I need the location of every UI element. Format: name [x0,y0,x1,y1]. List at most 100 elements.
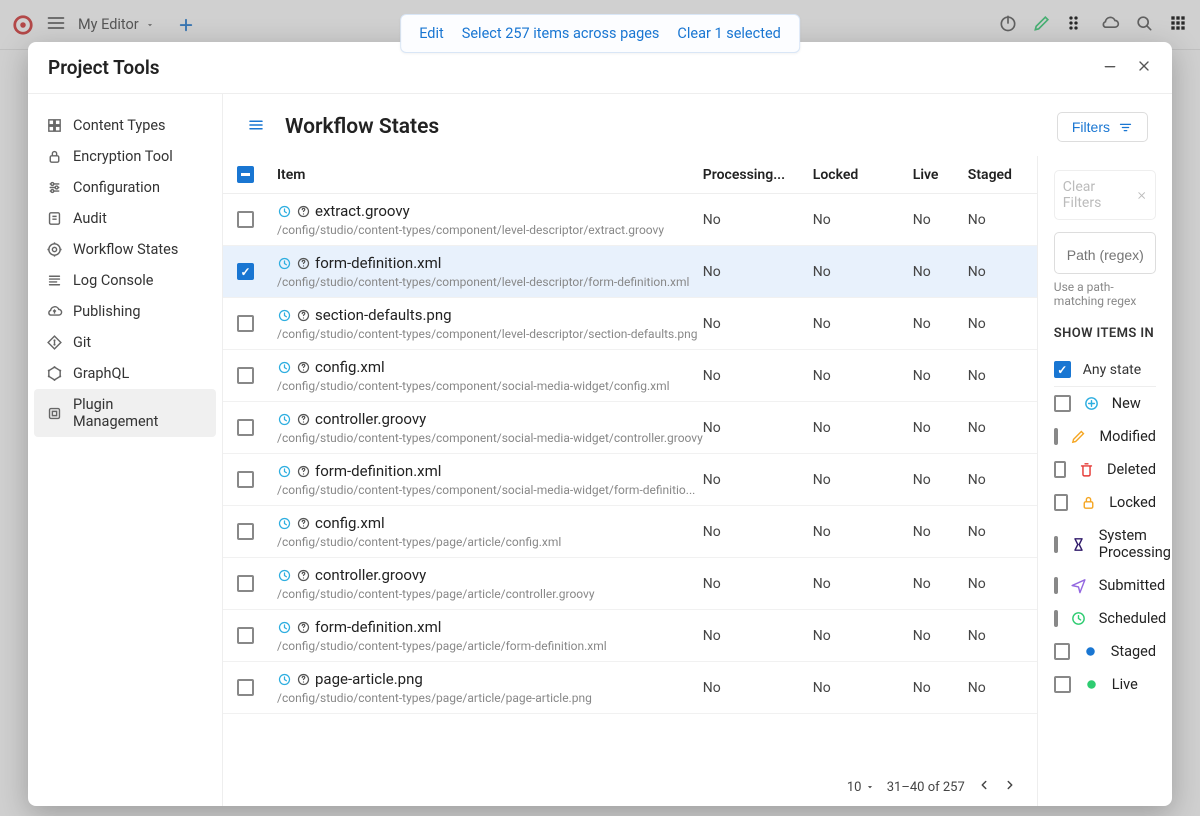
next-page-icon[interactable] [1003,778,1017,796]
col-staged[interactable]: Staged [968,167,1023,183]
sidebar-item-plugin-management[interactable]: Plugin Management [34,389,216,437]
row-checkbox[interactable] [237,523,254,540]
state-filter-item[interactable]: Locked [1054,486,1156,519]
select-all-action[interactable]: Select 257 items across pages [462,25,660,42]
row-locked: No [813,576,913,592]
row-checkbox[interactable] [237,679,254,696]
row-checkbox[interactable] [237,263,254,280]
state-any[interactable]: Any state [1054,353,1156,387]
show-items-label: SHOW ITEMS IN [1054,326,1156,341]
row-live: No [913,524,968,540]
sidebar-item-encryption[interactable]: Encryption Tool [28,141,222,172]
sidebar-item-label: Encryption Tool [73,148,173,165]
sidebar-item-workflow-states[interactable]: Workflow States [28,234,222,265]
table-row[interactable]: extract.groovy/config/studio/content-typ… [223,194,1037,246]
row-checkbox[interactable] [237,575,254,592]
state-icon [1070,428,1087,445]
row-live: No [913,264,968,280]
table-row[interactable]: config.xml/config/studio/content-types/p… [223,506,1037,558]
state-checkbox[interactable] [1054,428,1059,445]
row-path: /config/studio/content-types/component/l… [277,223,703,237]
sidebar-item-content-types[interactable]: Content Types [28,110,222,141]
filters-button[interactable]: Filters [1057,112,1148,142]
table-row[interactable]: form-definition.xml/config/studio/conten… [223,610,1037,662]
state-filter-item[interactable]: Scheduled [1054,602,1156,635]
state-checkbox[interactable] [1054,610,1058,627]
state-checkbox[interactable] [1054,395,1071,412]
sidebar-item-publishing[interactable]: Publishing [28,296,222,327]
project-tools-modal: Project Tools Content Types Encryption T… [28,42,1172,806]
row-filename: section-defaults.png [315,306,452,324]
row-checkbox[interactable] [237,211,254,228]
main-panel: Workflow States Filters Item Processing.… [223,94,1172,806]
row-filename: form-definition.xml [315,618,441,636]
select-all-checkbox[interactable] [237,166,254,183]
page-size[interactable]: 10 [847,780,875,795]
state-filter-item[interactable]: System Processing [1054,519,1156,569]
sidebar-item-label: Configuration [73,179,160,196]
state-filter-item[interactable]: Submitted [1054,569,1156,602]
state-checkbox[interactable] [1054,577,1058,594]
row-processing: No [703,316,813,332]
sidebar-item-log-console[interactable]: Log Console [28,265,222,296]
table-row[interactable]: section-defaults.png/config/studio/conte… [223,298,1037,350]
panel-title: Workflow States [285,115,439,139]
state-filter-item[interactable]: Modified [1054,420,1156,453]
table-row[interactable]: controller.groovy/config/studio/content-… [223,402,1037,454]
col-item[interactable]: Item [271,167,703,183]
state-filter-item[interactable]: Deleted [1054,453,1156,486]
state-filter-item[interactable]: New [1054,387,1156,420]
row-checkbox[interactable] [237,419,254,436]
edit-action[interactable]: Edit [419,25,444,42]
sidebar-item-label: GraphQL [73,365,129,382]
row-processing: No [703,264,813,280]
row-checkbox[interactable] [237,367,254,384]
panel-menu-icon[interactable] [247,116,265,138]
state-label: Deleted [1107,461,1156,478]
row-checkbox[interactable] [237,627,254,644]
state-label: Staged [1111,643,1156,660]
clear-filters-button[interactable]: Clear Filters [1054,170,1156,220]
prev-page-icon[interactable] [977,778,991,796]
sidebar-item-git[interactable]: Git [28,327,222,358]
state-checkbox[interactable] [1054,536,1058,553]
tools-sidebar: Content Types Encryption Tool Configurat… [28,94,223,806]
row-processing: No [703,576,813,592]
state-icon [1080,494,1097,511]
table-row[interactable]: form-definition.xml/config/studio/conten… [223,246,1037,298]
path-regex-input[interactable] [1054,232,1156,274]
row-checkbox[interactable] [237,315,254,332]
state-checkbox[interactable] [1054,643,1070,660]
sidebar-item-label: Publishing [73,303,140,320]
table-row[interactable]: config.xml/config/studio/content-types/c… [223,350,1037,402]
col-locked[interactable]: Locked [813,167,913,183]
sidebar-item-graphql[interactable]: GraphQL [28,358,222,389]
col-processing[interactable]: Processing... [703,167,813,183]
row-filename: controller.groovy [315,566,426,584]
row-locked: No [813,472,913,488]
state-checkbox[interactable] [1054,461,1066,478]
minimize-icon[interactable] [1102,58,1118,78]
row-path: /config/studio/content-types/component/s… [277,379,703,393]
table-row[interactable]: page-article.png/config/studio/content-t… [223,662,1037,714]
state-filter-item[interactable]: Staged [1054,635,1156,668]
row-staged: No [968,576,1023,592]
state-label: Locked [1109,494,1156,511]
table-row[interactable]: form-definition.xml/config/studio/conten… [223,454,1037,506]
state-any-checkbox[interactable] [1054,361,1071,378]
close-icon[interactable] [1136,58,1152,78]
state-filter-item[interactable]: Live [1054,668,1156,701]
state-checkbox[interactable] [1054,676,1071,693]
sidebar-item-audit[interactable]: Audit [28,203,222,234]
table-row[interactable]: controller.groovy/config/studio/content-… [223,558,1037,610]
workflow-table: Item Processing... Locked Live Staged ex… [223,156,1038,806]
row-live: No [913,680,968,696]
state-checkbox[interactable] [1054,494,1068,511]
row-checkbox[interactable] [237,471,254,488]
col-live[interactable]: Live [913,167,968,183]
sidebar-item-configuration[interactable]: Configuration [28,172,222,203]
table-header: Item Processing... Locked Live Staged [223,156,1037,194]
row-filename: form-definition.xml [315,254,441,272]
row-path: /config/studio/content-types/page/articl… [277,691,703,705]
clear-selection-action[interactable]: Clear 1 selected [677,25,780,42]
